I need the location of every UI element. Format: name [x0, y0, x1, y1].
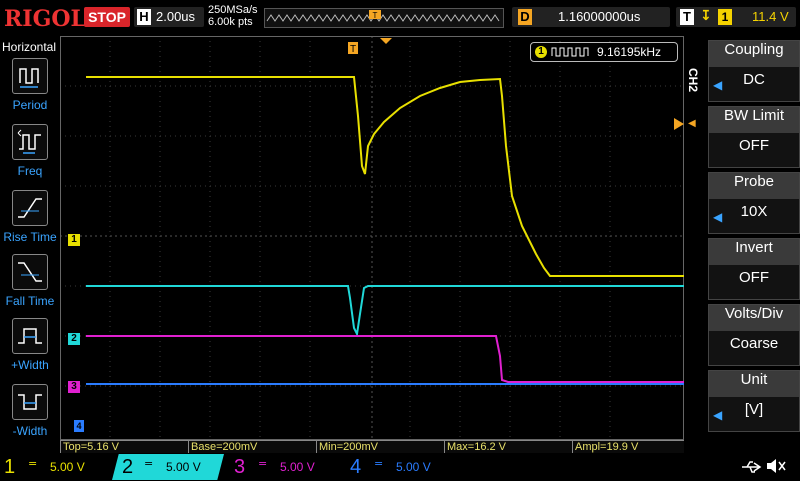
period-icon: [12, 58, 48, 94]
delay-offset-marker: [380, 38, 392, 44]
ch4-scale: 5.00 V: [396, 460, 431, 474]
delay-display[interactable]: D 1.16000000us: [512, 7, 670, 27]
rigol-logo: RIGOL: [4, 6, 86, 32]
fall-time-label: Fall Time: [5, 294, 55, 308]
frequency-counter: 1 9.16195kHz: [530, 42, 678, 62]
trigger-level: 11.4 V: [752, 9, 789, 24]
volts-div-title: Volts/Div: [709, 305, 799, 331]
coupling-menu[interactable]: Coupling ◀ DC: [708, 40, 800, 102]
period-label: Period: [12, 98, 48, 112]
ch1-waveform: [86, 76, 684, 277]
ch3-coupling-icon: =: [258, 457, 268, 470]
trigger-position-marker: T: [373, 11, 378, 20]
channel-menu-tag: CH2: [686, 68, 700, 93]
negative-width-label: -Width: [12, 424, 48, 438]
unit-value: [V]: [744, 401, 764, 418]
sample-rate: 250MSa/s: [208, 4, 258, 16]
delay-value: 1.16000000us: [558, 9, 641, 24]
frequency-icon: [12, 124, 48, 160]
trigger-level-tick-icon: ◀: [688, 118, 696, 129]
coupling-title: Coupling: [709, 41, 799, 67]
ch1-ground-marker[interactable]: 1: [68, 234, 80, 246]
ch1-coupling-icon: =: [28, 457, 38, 470]
channel-3-tab[interactable]: 3 = 5.00 V: [230, 454, 342, 480]
freq-label: Freq: [17, 164, 43, 178]
trigger-time-marker-label: T: [350, 44, 356, 55]
ch2-coupling-icon: =: [144, 457, 154, 470]
timebase-value: 2.00us: [156, 9, 196, 24]
counter-value: 9.16195kHz: [597, 45, 662, 59]
ch2-scale: 5.00 V: [166, 460, 201, 474]
measure-freq[interactable]: Freq: [0, 124, 60, 188]
volts-div-value: Coarse: [729, 335, 779, 352]
measure-positive-width[interactable]: +Width: [0, 318, 60, 382]
timebase-display[interactable]: H 2.00us: [134, 7, 204, 27]
measurement-ampl[interactable]: Ampl=19.9 V: [572, 440, 684, 453]
ch4-number: 4: [350, 456, 362, 478]
coupling-value: DC: [743, 71, 765, 88]
bw-limit-menu[interactable]: BW Limit OFF: [708, 106, 800, 168]
probe-value: 10X: [740, 203, 768, 220]
horizontal-key: H: [137, 9, 151, 25]
negative-width-icon: [12, 384, 48, 420]
measure-negative-width[interactable]: -Width: [0, 384, 60, 448]
volts-div-menu[interactable]: Volts/Div Coarse: [708, 304, 800, 366]
measurement-max[interactable]: Max=16.2 V: [444, 440, 572, 453]
ch3-ground-marker[interactable]: 3: [68, 381, 80, 393]
positive-width-label: +Width: [11, 358, 49, 372]
speaker-muted-icon[interactable]: [764, 456, 788, 476]
positive-width-icon: [12, 318, 48, 354]
measure-rise-time[interactable]: Rise Time: [0, 190, 60, 254]
memory-overview-strip[interactable]: T: [264, 8, 504, 28]
acquisition-info: 250MSa/s 6.00k pts: [208, 4, 258, 28]
waveform-canvas: T: [60, 36, 684, 440]
invert-menu[interactable]: Invert OFF: [708, 238, 800, 300]
trigger-source: 1: [718, 9, 732, 25]
trigger-key: T: [680, 9, 694, 25]
measurement-top[interactable]: Top=5.16 V: [60, 440, 188, 453]
channel-1-tab[interactable]: 1 = 5.00 V: [0, 454, 112, 480]
ch2-waveform: [86, 285, 684, 338]
memory-depth: 6.00k pts: [208, 16, 253, 28]
delay-key: D: [518, 9, 532, 25]
rise-time-label: Rise Time: [3, 230, 57, 244]
ch4-coupling-icon: =: [374, 457, 384, 470]
ch1-number: 1: [4, 456, 16, 478]
unit-menu[interactable]: Unit ◀ [V]: [708, 370, 800, 432]
probe-title: Probe: [709, 173, 799, 199]
measure-period[interactable]: Period: [0, 58, 60, 122]
measurement-base[interactable]: Base=200mV: [188, 440, 316, 453]
invert-title: Invert: [709, 239, 799, 265]
measure-category-title: Horizontal: [2, 40, 57, 54]
bw-limit-value: OFF: [739, 137, 769, 154]
ch3-scale: 5.00 V: [280, 460, 315, 474]
channel-4-tab[interactable]: 4 = 5.00 V: [346, 454, 458, 480]
ch2-ground-marker[interactable]: 2: [68, 333, 80, 345]
unit-title: Unit: [709, 371, 799, 397]
square-wave-icon: [551, 47, 589, 57]
ch2-number: 2: [122, 456, 134, 478]
trigger-level-marker[interactable]: [674, 118, 684, 130]
trigger-display[interactable]: T ↧ 1 11.4 V: [676, 7, 796, 27]
rise-time-icon: [12, 190, 48, 226]
measure-fall-time[interactable]: Fall Time: [0, 254, 60, 318]
usb-icon: [740, 458, 762, 476]
measurement-min[interactable]: Min=200mV: [316, 440, 444, 453]
falling-edge-icon: ↧: [700, 8, 712, 24]
invert-value: OFF: [739, 269, 769, 286]
ch1-scale: 5.00 V: [50, 460, 85, 474]
probe-menu[interactable]: Probe ◀ 10X: [708, 172, 800, 234]
channel-2-tab[interactable]: 2 = 5.00 V: [112, 454, 224, 480]
ch3-waveform: [86, 335, 684, 383]
memory-overview-waveform: T: [265, 9, 503, 27]
fall-time-icon: [12, 254, 48, 290]
waveform-display[interactable]: T: [60, 36, 684, 440]
ch3-number: 3: [234, 456, 246, 478]
ch4-ground-marker[interactable]: 4: [74, 420, 84, 432]
run-stop-indicator[interactable]: STOP: [84, 7, 130, 27]
counter-channel: 1: [535, 46, 547, 58]
bw-limit-title: BW Limit: [709, 107, 799, 133]
